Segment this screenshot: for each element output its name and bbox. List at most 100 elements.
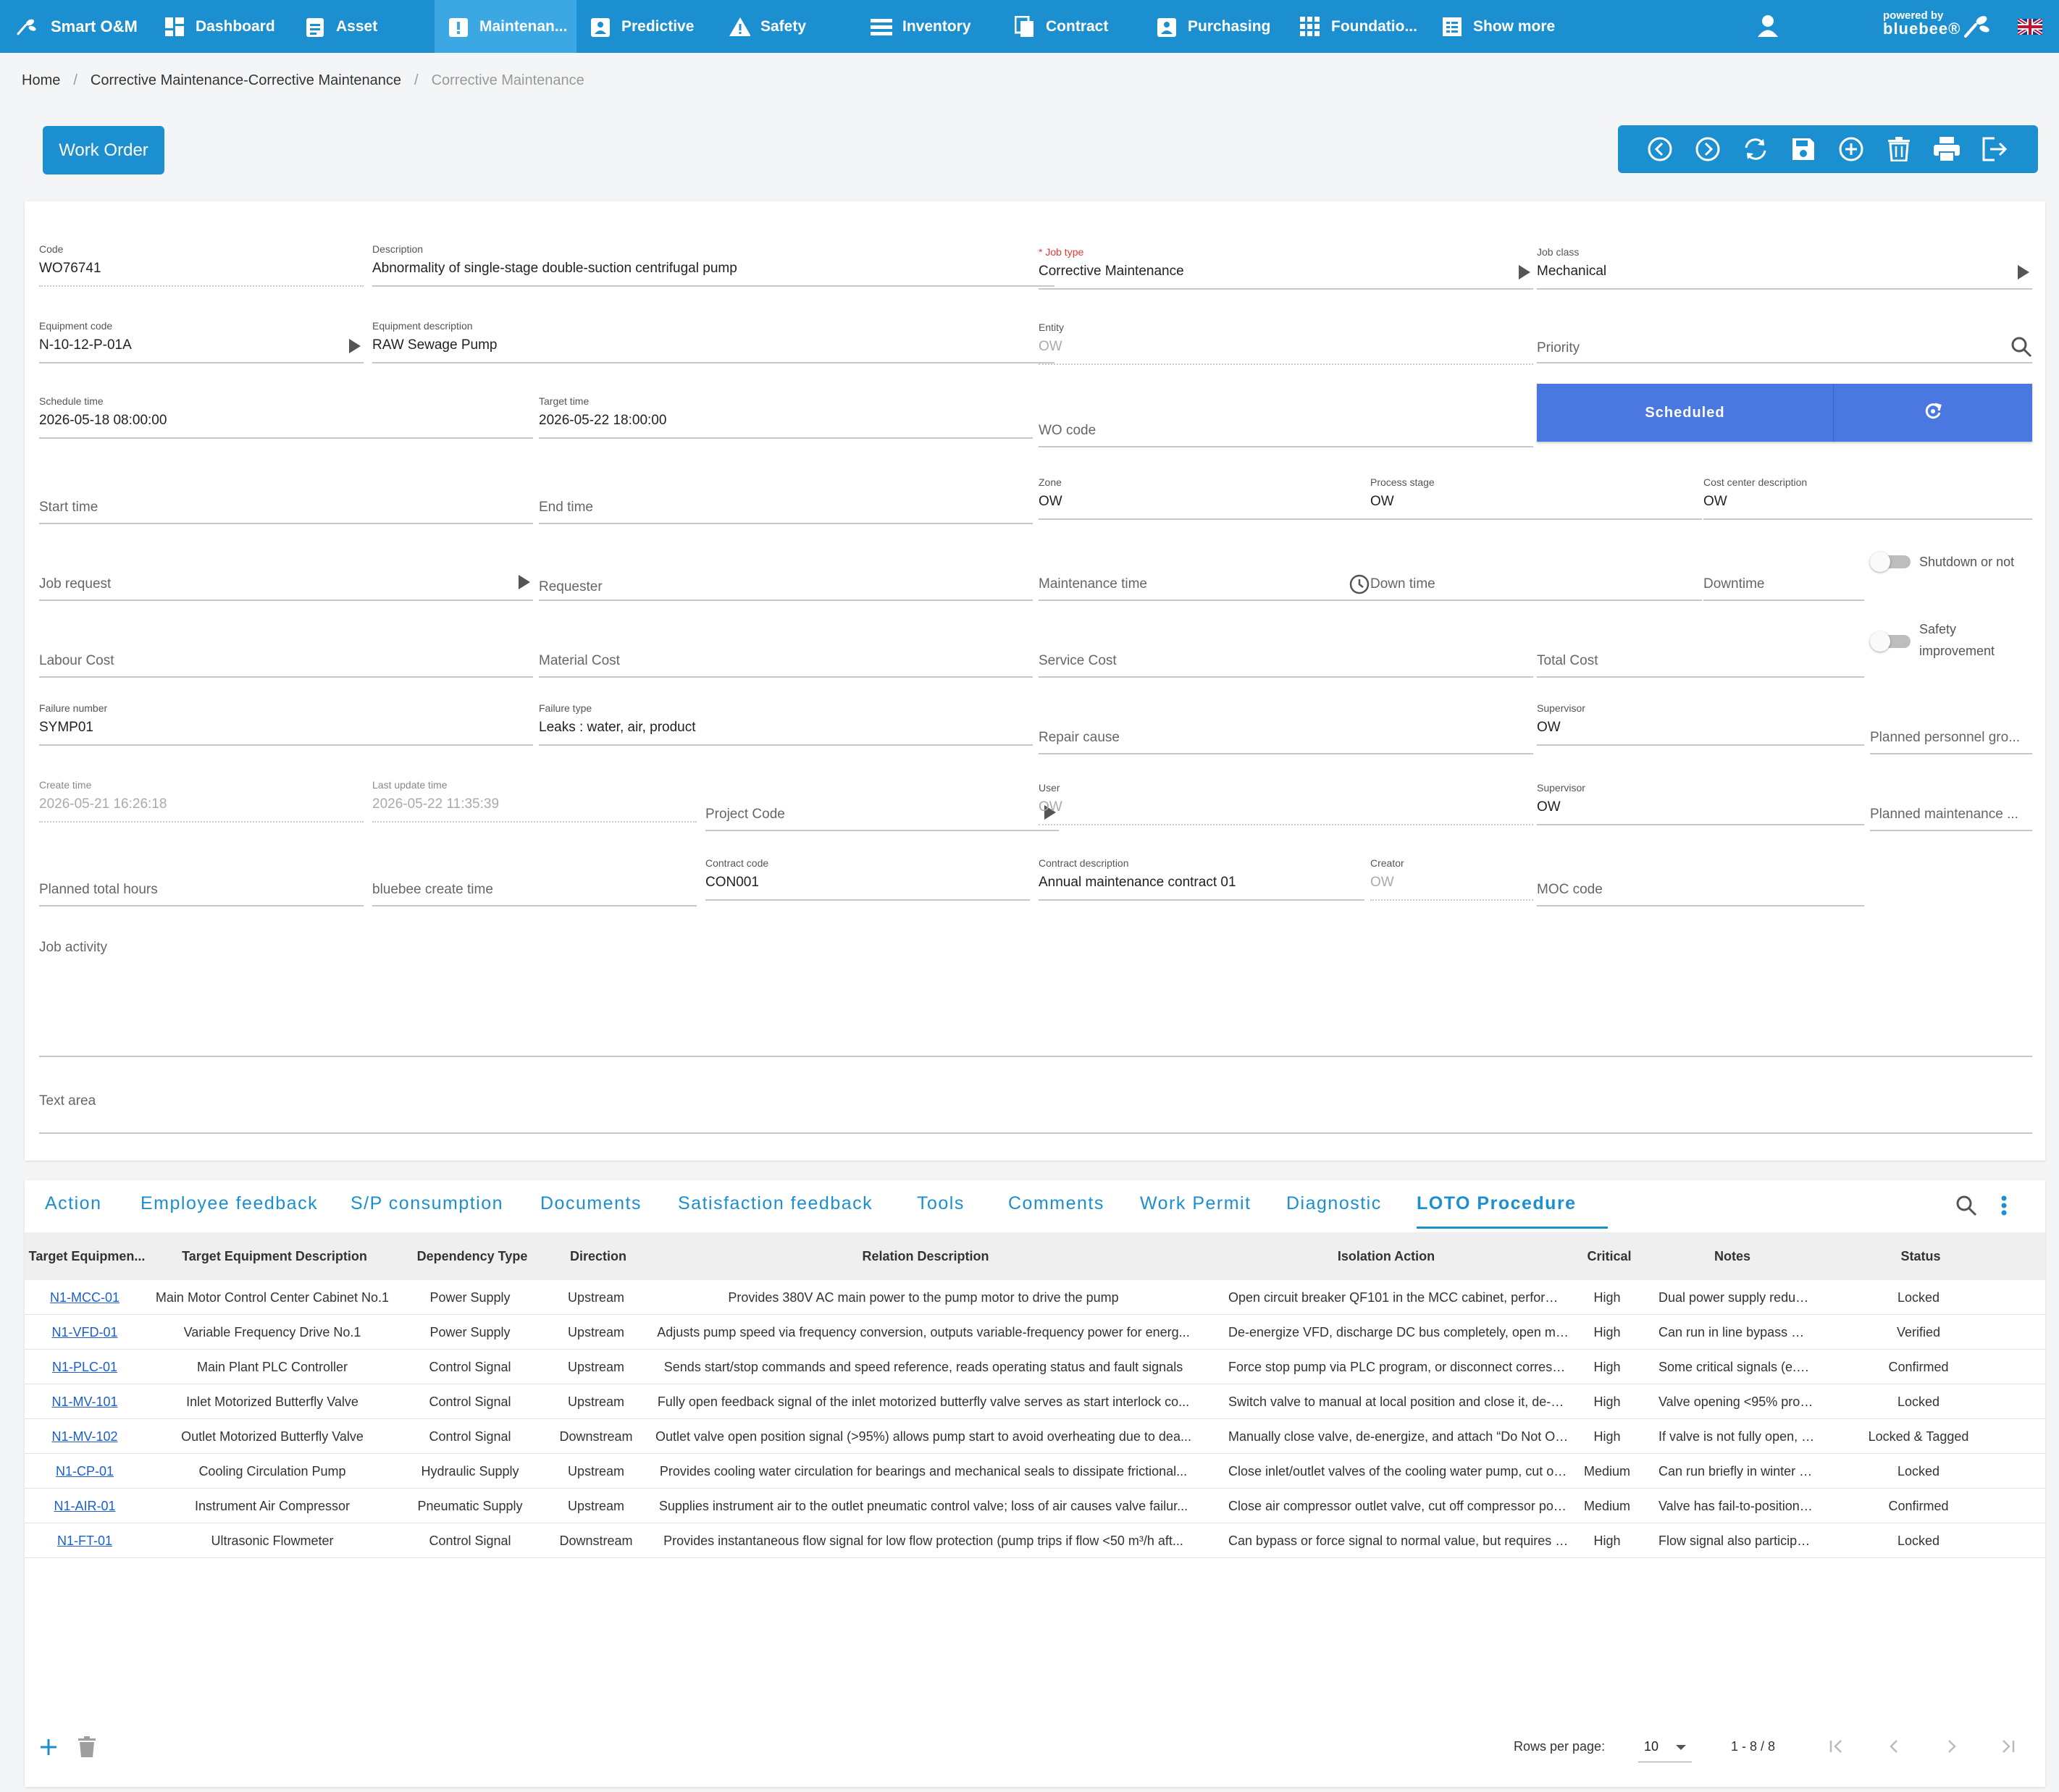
contract-code-field[interactable]: Contract code CON001 xyxy=(705,857,1030,901)
equipment-link[interactable]: N1-AIR-01 xyxy=(54,1499,115,1514)
priority-field[interactable]: Priority xyxy=(1537,320,2032,363)
nav-purchasing[interactable]: Purchasing xyxy=(1156,0,1270,53)
table-cell[interactable]: N1-VFD-01 xyxy=(25,1315,145,1350)
equipment-link[interactable]: N1-MV-101 xyxy=(51,1395,117,1410)
nav-safety[interactable]: Safety xyxy=(729,0,806,53)
nav-dashboard[interactable]: Dashboard xyxy=(164,0,275,53)
down-time-field[interactable]: Down time xyxy=(1370,558,1702,601)
column-header[interactable]: Dependency Type xyxy=(400,1232,545,1280)
nav-asset[interactable]: Asset xyxy=(304,0,377,53)
job-activity-textarea[interactable]: Job activity xyxy=(39,940,2032,1057)
nav-contract[interactable]: Contract xyxy=(1014,0,1108,53)
material-cost-field[interactable]: Material Cost xyxy=(539,634,1033,678)
bluebee-create-time-field[interactable]: bluebee create time xyxy=(372,863,697,906)
wo-code-field[interactable]: WO code xyxy=(1039,404,1533,447)
user-icon[interactable] xyxy=(1757,14,1779,38)
column-header[interactable]: Critical xyxy=(1573,1232,1645,1280)
play-arrow-icon[interactable] xyxy=(2018,265,2029,279)
exit-icon[interactable] xyxy=(1980,135,2009,164)
job-request-field[interactable]: Job request xyxy=(39,558,533,601)
play-arrow-icon[interactable] xyxy=(519,575,530,589)
column-header[interactable]: Status xyxy=(1819,1232,2022,1280)
project-code-field[interactable]: Project Code xyxy=(705,788,1059,831)
table-row[interactable]: N1-MV-102 Outlet Motorized Butterfly Valv… xyxy=(25,1419,2045,1454)
tab-diagnostic[interactable]: Diagnostic xyxy=(1286,1193,1382,1214)
target-time-field[interactable]: Target time 2026-05-22 18:00:00 xyxy=(539,395,1033,439)
add-icon[interactable] xyxy=(1837,135,1866,164)
end-time-field[interactable]: End time xyxy=(539,481,1033,524)
table-cell[interactable]: N1-MCC-01 xyxy=(25,1280,145,1315)
table-cell[interactable]: N1-FT-01 xyxy=(25,1523,145,1558)
more-vert-icon[interactable] xyxy=(2000,1195,2008,1216)
table-row[interactable]: N1-MV-101 Inlet Motorized Butterfly Valve… xyxy=(25,1384,2045,1419)
nav-predictive[interactable]: Predictive xyxy=(590,0,694,53)
tab-comments[interactable]: Comments xyxy=(1008,1193,1104,1214)
table-cell[interactable]: N1-AIR-01 xyxy=(25,1489,145,1523)
supervisor-field[interactable]: Supervisor OW xyxy=(1537,702,1864,746)
tab-satisfaction-feedback[interactable]: Satisfaction feedback xyxy=(678,1193,873,1214)
nav-maintenance[interactable]: Maintenan... xyxy=(435,0,576,53)
column-header[interactable]: Isolation Action xyxy=(1199,1232,1573,1280)
safety-improvement-toggle[interactable] xyxy=(1870,631,1911,652)
play-arrow-icon[interactable] xyxy=(1519,265,1530,279)
work-order-button[interactable]: Work Order xyxy=(43,126,164,174)
table-cell[interactable]: N1-MV-102 xyxy=(25,1419,145,1454)
table-row[interactable]: N1-PLC-01 Main Plant PLC Controller Contro… xyxy=(25,1350,2045,1384)
rows-per-page-select[interactable]: 10 xyxy=(1638,1732,1692,1762)
column-header[interactable]: Relation Description xyxy=(652,1232,1199,1280)
planned-total-hours-field[interactable]: Planned total hours xyxy=(39,863,364,906)
tab-employee-feedback[interactable]: Employee feedback xyxy=(141,1193,318,1214)
next-icon[interactable] xyxy=(1693,135,1722,164)
maintenance-time-field[interactable]: Maintenance time xyxy=(1039,558,1370,601)
breadcrumb-module[interactable]: Corrective Maintenance-Corrective Mainte… xyxy=(91,72,401,88)
tab-sp-consumption[interactable]: S/P consumption xyxy=(351,1193,503,1214)
status-refresh-button[interactable] xyxy=(1834,384,2032,442)
repair-cause-field[interactable]: Repair cause xyxy=(1039,711,1533,754)
equipment-link[interactable]: N1-CP-01 xyxy=(56,1464,114,1479)
tab-tools[interactable]: Tools xyxy=(917,1193,965,1214)
table-row[interactable]: N1-AIR-01 Instrument Air Compressor Pneuma… xyxy=(25,1489,2045,1523)
table-cell[interactable]: N1-PLC-01 xyxy=(25,1350,145,1384)
labour-cost-field[interactable]: Labour Cost xyxy=(39,634,533,678)
start-time-field[interactable]: Start time xyxy=(39,481,533,524)
failure-type-field[interactable]: Failure type Leaks : water, air, product xyxy=(539,702,1033,746)
equipment-link[interactable]: N1-FT-01 xyxy=(57,1534,112,1549)
tab-loto-procedure[interactable]: LOTO Procedure xyxy=(1417,1193,1577,1214)
equipment-link[interactable]: N1-MCC-01 xyxy=(50,1290,119,1305)
moc-code-field[interactable]: MOC code xyxy=(1537,863,1864,906)
planned-personnel-group-field[interactable]: Planned personnel gro... xyxy=(1870,711,2032,754)
delete-icon[interactable] xyxy=(1884,135,1913,164)
table-row[interactable]: N1-MCC-01 Main Motor Control Center Cabin… xyxy=(25,1280,2045,1315)
play-arrow-icon[interactable] xyxy=(349,339,361,353)
table-row[interactable]: N1-CP-01 Cooling Circulation Pump Hydrauli… xyxy=(25,1454,2045,1489)
scheduled-status-button[interactable]: Scheduled xyxy=(1537,384,1834,442)
nav-foundation[interactable]: Foundatio... xyxy=(1299,0,1417,53)
cost-center-description-field[interactable]: Cost center description OW xyxy=(1703,476,2032,520)
equipment-description-field[interactable]: Equipment description RAW Sewage Pump xyxy=(372,320,1054,363)
search-icon[interactable] xyxy=(2010,336,2032,358)
tab-documents[interactable]: Documents xyxy=(540,1193,642,1214)
supervisor-2-field[interactable]: Supervisor OW xyxy=(1537,782,1864,825)
table-row[interactable]: N1-VFD-01 Variable Frequency Drive No.1 Po… xyxy=(25,1315,2045,1350)
delete-row-icon[interactable] xyxy=(78,1736,96,1758)
equipment-link[interactable]: N1-VFD-01 xyxy=(51,1325,117,1340)
description-field[interactable]: Description Abnormality of single-stage … xyxy=(372,243,1054,287)
table-cell[interactable]: N1-MV-101 xyxy=(25,1384,145,1419)
refresh-icon[interactable] xyxy=(1741,135,1770,164)
job-type-field[interactable]: * Job type Corrective Maintenance xyxy=(1039,246,1533,290)
app-logo[interactable]: Smart O&M xyxy=(16,0,138,53)
code-field[interactable]: Code WO76741 xyxy=(39,243,364,287)
previous-page-icon[interactable] xyxy=(1886,1738,1903,1755)
failure-number-field[interactable]: Failure number SYMP01 xyxy=(39,702,533,746)
service-cost-field[interactable]: Service Cost xyxy=(1039,634,1533,678)
column-header[interactable]: Notes xyxy=(1645,1232,1819,1280)
print-icon[interactable] xyxy=(1932,135,1961,164)
column-header[interactable]: Target Equipmen... xyxy=(25,1232,149,1280)
planned-maintenance-field[interactable]: Planned maintenance ... xyxy=(1870,788,2032,831)
zone-field[interactable]: Zone OW xyxy=(1039,476,1370,520)
equipment-link[interactable]: N1-PLC-01 xyxy=(52,1360,117,1375)
add-row-icon[interactable] xyxy=(39,1738,58,1757)
contract-description-field[interactable]: Contract description Annual maintenance … xyxy=(1039,857,1364,901)
nav-inventory[interactable]: Inventory xyxy=(871,0,971,53)
total-cost-field[interactable]: Total Cost xyxy=(1537,634,1864,678)
